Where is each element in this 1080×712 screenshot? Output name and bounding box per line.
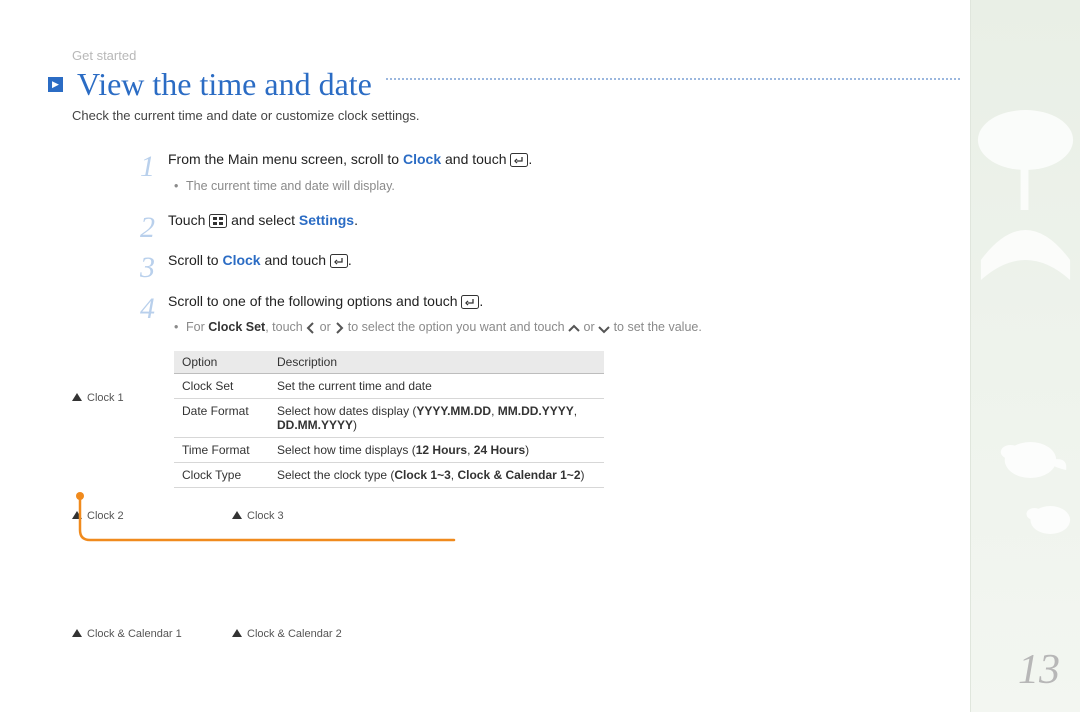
clock-variant-label: Clock & Calendar 1 bbox=[87, 628, 182, 640]
chevron-left-icon bbox=[306, 322, 316, 337]
step-number: 2 bbox=[140, 211, 155, 245]
enter-icon bbox=[461, 295, 479, 315]
triangle-marker-icon bbox=[72, 511, 82, 519]
step-text: Scroll to one of the following options a… bbox=[168, 292, 870, 315]
side-decoration bbox=[970, 0, 1080, 712]
triangle-marker-icon bbox=[72, 393, 82, 401]
step-text: From the Main menu screen, scroll to Clo… bbox=[168, 150, 870, 173]
step-number: 1 bbox=[140, 150, 155, 184]
step-2: 2 Touch and select Settings. bbox=[168, 211, 870, 234]
page-subtitle: Check the current time and date or custo… bbox=[72, 108, 420, 123]
chevron-up-icon bbox=[568, 323, 580, 337]
clock-variant-label: Clock 3 bbox=[247, 510, 284, 522]
step-subtext: For Clock Set, touch or to select the op… bbox=[168, 320, 870, 337]
clock-variant-label: Clock 1 bbox=[87, 392, 124, 404]
enter-icon bbox=[510, 153, 528, 173]
menu-icon bbox=[209, 214, 227, 234]
breadcrumb: Get started bbox=[72, 48, 136, 63]
step-1: 1 From the Main menu screen, scroll to C… bbox=[168, 150, 870, 193]
page-number: 13 bbox=[1018, 646, 1060, 694]
step-number: 3 bbox=[140, 251, 155, 285]
title-bullet-icon: ▶ bbox=[48, 77, 63, 92]
clock-variants: Clock 1 Clock 2 Clock 3 Clock & Calendar… bbox=[72, 392, 392, 712]
triangle-marker-icon bbox=[232, 629, 242, 637]
step-text: Touch and select Settings. bbox=[168, 211, 870, 234]
options-table-header-description: Description bbox=[269, 351, 604, 374]
clock-variant-label: Clock 2 bbox=[87, 510, 124, 522]
step-text: Scroll to Clock and touch . bbox=[168, 251, 870, 274]
page-title: View the time and date bbox=[77, 66, 372, 103]
step-3: 3 Scroll to Clock and touch . bbox=[168, 251, 870, 274]
clock-variant-label: Clock & Calendar 2 bbox=[247, 628, 342, 640]
chevron-right-icon bbox=[334, 322, 344, 337]
step-subtext: The current time and date will display. bbox=[168, 179, 870, 193]
triangle-marker-icon bbox=[232, 511, 242, 519]
triangle-marker-icon bbox=[72, 629, 82, 637]
options-table-header-option: Option bbox=[174, 351, 269, 374]
title-leader-dots bbox=[386, 78, 960, 80]
chevron-down-icon bbox=[598, 323, 610, 337]
step-number: 4 bbox=[140, 292, 155, 326]
enter-icon bbox=[330, 254, 348, 274]
